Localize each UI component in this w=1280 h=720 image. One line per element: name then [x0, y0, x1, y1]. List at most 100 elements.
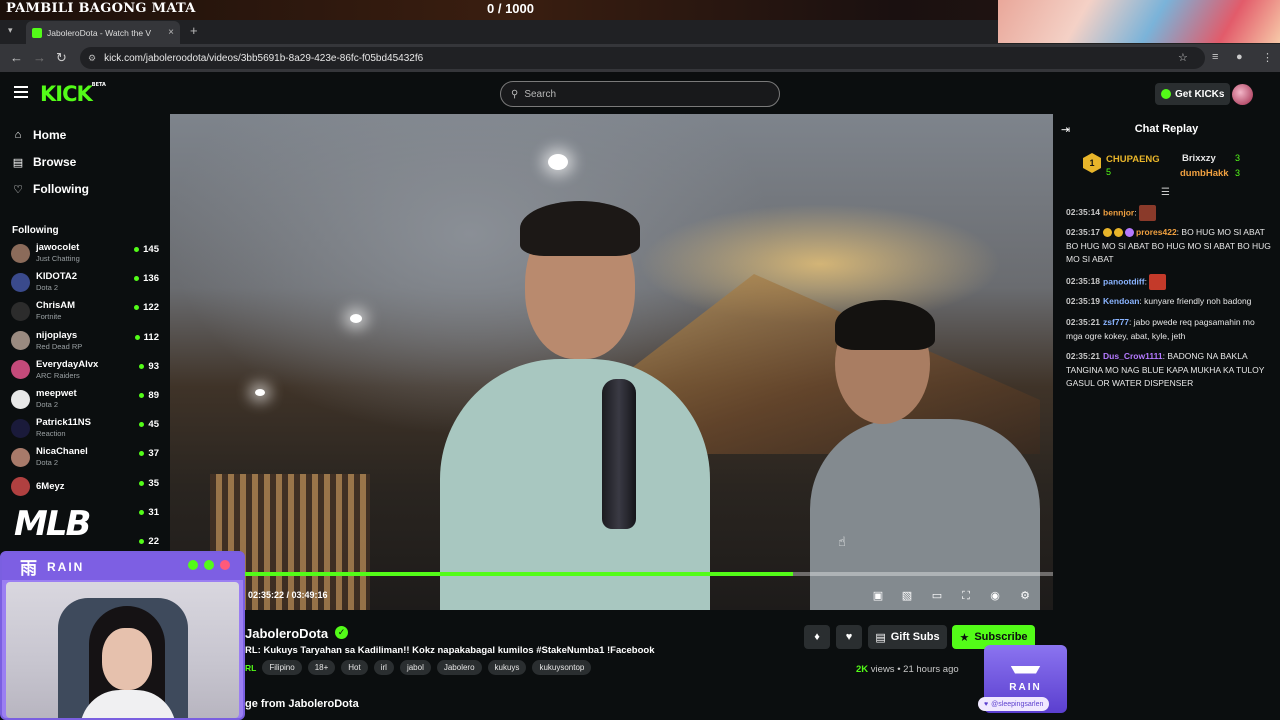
tag-chip[interactable]: jabol	[399, 660, 431, 675]
clip-icon[interactable]: ▧	[900, 589, 914, 603]
miniplayer-icon[interactable]: ▣	[871, 589, 885, 603]
channel-name: EverydayAlvx	[36, 358, 99, 370]
follow-heart-button[interactable]: ♥	[836, 625, 862, 649]
hamburger-menu-icon[interactable]	[14, 86, 28, 98]
following-channel-item[interactable]: KIDOTA2 Dota 2 136	[11, 269, 159, 295]
url-text: kick.com/jaboleroodota/videos/3bb5691b-8…	[104, 52, 424, 64]
settings-gear-icon[interactable]: ⚙	[1018, 589, 1032, 603]
following-section-title: Following	[12, 225, 59, 236]
mouse-pointer-icon: ☝	[838, 534, 846, 549]
leaderboard-value: 5	[1106, 167, 1112, 177]
viewer-count: 136	[134, 273, 159, 284]
following-channel-item[interactable]: nijoplays Red Dead RP 112	[11, 328, 159, 354]
leaderboard-value: 3	[1235, 153, 1241, 163]
tag-chip[interactable]: kukuys	[487, 660, 527, 675]
category-link[interactable]: RL	[245, 663, 256, 673]
channel-name[interactable]: JaboleroDota	[245, 626, 328, 641]
avatar	[11, 360, 30, 380]
channel-category: Dota 2	[36, 458, 59, 468]
video-scene-bottle	[602, 379, 636, 529]
theater-mode-icon[interactable]: ▭	[930, 589, 944, 603]
get-kicks-button[interactable]: Get KICKs	[1155, 83, 1231, 105]
chat-panel: ⇥ Chat Replay 1 CHUPAENG 5 Brixxzy 3 dum…	[1053, 115, 1280, 720]
rain-badge-text: RAIN	[1009, 681, 1042, 693]
viewer-count: 37	[139, 448, 159, 459]
channel-name: nijoplays	[36, 329, 78, 341]
channel-category: Just Chatting	[36, 254, 80, 263]
tag-chip[interactable]: Jabolero	[436, 660, 482, 675]
viewer-count: 45	[139, 419, 159, 430]
chat-message: 02:35:21 Dus_Crow1111: BADONG NA BAKLA TA…	[1066, 351, 1265, 388]
sidebar-item-home[interactable]: ⌂ Home	[12, 128, 67, 142]
pinned-toggle-icon[interactable]: ☰	[1161, 187, 1170, 198]
subscribe-label: Subscribe	[974, 631, 1028, 643]
tag-chip[interactable]: 18+	[307, 660, 336, 675]
following-channel-item[interactable]: meepwet Dota 2 89	[11, 386, 159, 412]
chat-username[interactable]: zsf777	[1103, 317, 1129, 327]
channel-name: NicaChanel	[36, 446, 88, 458]
sidebar-item-label: Home	[33, 128, 67, 142]
video-player[interactable]	[170, 114, 1053, 610]
search-input[interactable]: ⚲ Search	[500, 81, 780, 107]
back-arrow-icon[interactable]: ←	[10, 50, 23, 65]
viewer-count: 22	[139, 536, 159, 547]
time-ago: 21 hours ago	[903, 664, 959, 675]
verified-badge-icon: ✓	[335, 626, 348, 639]
kick-logo[interactable]: KICKBETA	[40, 82, 106, 106]
sidebar-item-browse[interactable]: ▤ Browse	[12, 155, 77, 169]
chat-username[interactable]: Kendoan	[1103, 296, 1139, 306]
following-channel-item[interactable]: jawocolet Just Chatting 145	[11, 240, 159, 266]
chat-username[interactable]: Dus_Crow1111	[1103, 351, 1163, 361]
browser-tab[interactable]: JaboleroDota - Watch the V ×	[26, 21, 180, 44]
video-scene-person	[810, 300, 1040, 610]
leaderboard-name[interactable]: dumbHakk	[1180, 168, 1229, 179]
url-field[interactable]: ⚙ kick.com/jaboleroodota/videos/3bb5691b…	[80, 47, 1205, 69]
reload-icon[interactable]: ↻	[56, 50, 67, 66]
tag-chip[interactable]: Hot	[341, 660, 368, 675]
viewer-count: 112	[135, 332, 159, 343]
sidebar-item-following[interactable]: ♡ Following	[12, 182, 89, 196]
playlist-icon[interactable]: ≡	[1212, 51, 1218, 63]
bookmark-star-icon[interactable]: ☆	[1178, 51, 1188, 64]
leaderboard-name[interactable]: Brixxzy	[1182, 153, 1216, 164]
following-channel-item[interactable]: Patrick11NS Reaction 45	[11, 415, 159, 441]
playback-speed-icon[interactable]: ◉	[988, 589, 1002, 603]
avatar	[11, 331, 30, 351]
new-tab-icon[interactable]: +	[190, 23, 198, 38]
site-info-icon[interactable]: ⚙	[88, 53, 96, 64]
bell-icon: ♦	[814, 631, 820, 643]
notification-bell-button[interactable]: ♦	[804, 625, 830, 649]
gift-subs-button[interactable]: ▤ Gift Subs	[868, 625, 947, 649]
channel-text: 6Meyz	[36, 481, 65, 492]
close-tab-icon[interactable]: ×	[168, 27, 174, 38]
chat-username[interactable]: panootdiff	[1103, 276, 1145, 286]
channel-name: meepwet	[36, 388, 77, 399]
following-channel-item[interactable]: EverydayAlvx ARC Raiders 93	[11, 357, 159, 383]
facecam-brand: RAIN	[47, 559, 85, 574]
fullscreen-icon[interactable]: ⛶	[959, 589, 973, 603]
tag-chip[interactable]: kukuysontop	[532, 660, 592, 675]
chat-username[interactable]: bennjor	[1103, 207, 1134, 217]
leaderboard-name[interactable]: CHUPAENG	[1106, 154, 1160, 165]
following-channel-item[interactable]: NicaChanel Dota 2 37	[11, 444, 159, 470]
chat-timestamp: 02:35:17	[1066, 227, 1101, 237]
channel-text: KIDOTA2 Dota 2	[36, 271, 77, 293]
user-avatar[interactable]	[1232, 84, 1253, 105]
profile-icon[interactable]: ●	[1236, 51, 1243, 63]
avatar	[11, 272, 30, 292]
following-channel-item[interactable]: ChrisAM Fortnite 122	[11, 298, 159, 324]
video-scene-light	[548, 154, 568, 170]
channel-text: EverydayAlvx ARC Raiders	[36, 359, 98, 381]
tag-chip[interactable]: irl	[373, 660, 394, 675]
video-scene-person	[440, 201, 710, 610]
channel-name: Patrick11NS	[36, 417, 91, 429]
tag-chip[interactable]: Filipino	[262, 660, 302, 675]
mlb-logo: MLB	[14, 504, 91, 544]
forward-arrow-icon[interactable]: →	[33, 50, 46, 65]
channel-name: KIDOTA2	[36, 271, 77, 283]
tab-search-icon[interactable]: ▾	[8, 25, 13, 36]
more-menu-icon[interactable]: ⋮	[1262, 51, 1273, 64]
facecam-titlebar: 雨 RAIN	[2, 553, 243, 580]
following-channel-item[interactable]: 6Meyz 35	[11, 474, 159, 500]
chat-username[interactable]: prores422	[1136, 227, 1177, 237]
